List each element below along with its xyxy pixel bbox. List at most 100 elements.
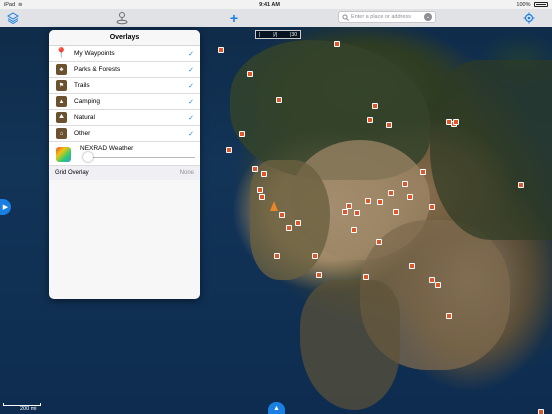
poi-marker[interactable]: [218, 47, 224, 53]
gps-pin-icon[interactable]: [113, 11, 131, 25]
nexrad-opacity-track[interactable]: [85, 157, 195, 158]
mountain-icon: ⛰: [56, 112, 67, 123]
ruler-left: |: [259, 31, 261, 38]
poi-marker[interactable]: [377, 199, 383, 205]
poi-marker[interactable]: [259, 194, 265, 200]
fire-icon[interactable]: [270, 201, 278, 211]
poi-marker[interactable]: [420, 169, 426, 175]
overlay-row-trails[interactable]: ⚑ Trails ✓: [49, 78, 200, 94]
poi-marker[interactable]: [261, 171, 267, 177]
checkmark-icon: ✓: [188, 50, 194, 58]
pin-icon: 📍: [55, 48, 68, 59]
poi-marker[interactable]: [257, 187, 263, 193]
overlay-label: Camping: [74, 98, 101, 105]
trail-icon: ⚑: [56, 80, 67, 91]
search-placeholder: Enter a place or address: [351, 14, 411, 20]
overlays-panel: Overlays 📍 My Waypoints ✓ ♣ Parks & Fore…: [49, 30, 200, 299]
nexrad-opacity-slider[interactable]: [83, 152, 94, 162]
overlay-row-other[interactable]: ⌂ Other ✓: [49, 126, 200, 142]
poi-marker[interactable]: [402, 181, 408, 187]
battery-label: 100%: [516, 1, 531, 8]
poi-marker[interactable]: [247, 71, 253, 77]
land-region: [430, 60, 552, 240]
poi-marker[interactable]: [367, 117, 373, 123]
play-arrow-icon: ▶: [2, 204, 9, 211]
poi-marker[interactable]: [351, 227, 357, 233]
grid-overlay-row[interactable]: Grid Overlay None: [49, 166, 200, 180]
poi-marker[interactable]: [239, 131, 245, 137]
checkmark-icon: ✓: [188, 114, 194, 122]
scale-label: 200 mi: [20, 406, 37, 412]
add-button[interactable]: +: [226, 11, 242, 25]
poi-marker[interactable]: [518, 182, 524, 188]
checkmark-icon: ✓: [188, 82, 194, 90]
map-scale: 200 mi: [3, 401, 43, 414]
poi-marker[interactable]: [354, 210, 360, 216]
search-icon: [342, 14, 349, 21]
poi-marker[interactable]: [274, 253, 280, 259]
status-bar: iPad ≋ 9:41 AM 100%: [0, 0, 552, 9]
bottom-panel-toggle[interactable]: ▲: [268, 402, 285, 414]
poi-marker[interactable]: [453, 119, 459, 125]
land-region: [300, 280, 400, 410]
grid-overlay-label: Grid Overlay: [55, 170, 89, 176]
poi-marker[interactable]: [376, 239, 382, 245]
checkmark-icon: ✓: [188, 66, 194, 74]
poi-marker[interactable]: [252, 166, 258, 172]
poi-marker[interactable]: [538, 409, 544, 414]
poi-marker[interactable]: [388, 190, 394, 196]
poi-marker[interactable]: [276, 97, 282, 103]
overlay-row-natural[interactable]: ⛰ Natural ✓: [49, 110, 200, 126]
poi-marker[interactable]: [363, 274, 369, 280]
nexrad-label: NEXRAD Weather: [80, 145, 134, 152]
ruler-mid: |/|: [273, 31, 278, 38]
gear-icon[interactable]: [520, 11, 538, 25]
toolbar: + Enter a place or address ⌄: [0, 9, 552, 27]
poi-marker[interactable]: [365, 198, 371, 204]
layers-icon[interactable]: [5, 11, 21, 25]
land-region: [250, 160, 330, 280]
overlay-label: Other: [74, 130, 91, 137]
park-icon: ♣: [56, 64, 67, 75]
poi-marker[interactable]: [286, 225, 292, 231]
overlay-row-my-waypoints[interactable]: 📍 My Waypoints ✓: [49, 46, 200, 62]
overlay-label: My Waypoints: [74, 50, 115, 57]
poi-marker[interactable]: [446, 313, 452, 319]
poi-marker[interactable]: [409, 263, 415, 269]
chevron-up-icon: ▲: [273, 404, 280, 412]
overlays-title: Overlays: [49, 30, 200, 46]
other-icon: ⌂: [56, 128, 67, 139]
poi-marker[interactable]: [435, 282, 441, 288]
search-field[interactable]: Enter a place or address ⌄: [338, 11, 436, 23]
poi-marker[interactable]: [372, 103, 378, 109]
overlay-label: Trails: [74, 82, 90, 89]
overlay-label: Parks & Forests: [74, 66, 121, 73]
map-ruler: | |/| |30: [255, 30, 301, 39]
poi-marker[interactable]: [295, 220, 301, 226]
checkmark-icon: ✓: [188, 98, 194, 106]
poi-marker[interactable]: [334, 41, 340, 47]
battery-icon: [534, 1, 548, 7]
clock: 9:41 AM: [259, 1, 280, 8]
overlay-label: Natural: [74, 114, 95, 121]
poi-marker[interactable]: [393, 209, 399, 215]
ruler-right: |30: [290, 31, 297, 38]
nexrad-weather-row: NEXRAD Weather: [49, 142, 200, 166]
poi-marker[interactable]: [386, 122, 392, 128]
search-dropdown-icon[interactable]: ⌄: [424, 13, 432, 21]
grid-overlay-value: None: [179, 170, 194, 176]
poi-marker[interactable]: [312, 253, 318, 259]
wifi-icon: ≋: [18, 1, 23, 8]
tent-icon: ▲: [56, 96, 67, 107]
checkmark-icon: ✓: [188, 130, 194, 138]
poi-marker[interactable]: [429, 204, 435, 210]
overlay-row-camping[interactable]: ▲ Camping ✓: [49, 94, 200, 110]
carrier-label: iPad: [4, 1, 16, 8]
overlay-row-parks-forests[interactable]: ♣ Parks & Forests ✓: [49, 62, 200, 78]
poi-marker[interactable]: [316, 272, 322, 278]
weather-radar-icon: [56, 147, 71, 162]
poi-marker[interactable]: [407, 194, 413, 200]
poi-marker[interactable]: [279, 212, 285, 218]
poi-marker[interactable]: [342, 209, 348, 215]
poi-marker[interactable]: [226, 147, 232, 153]
